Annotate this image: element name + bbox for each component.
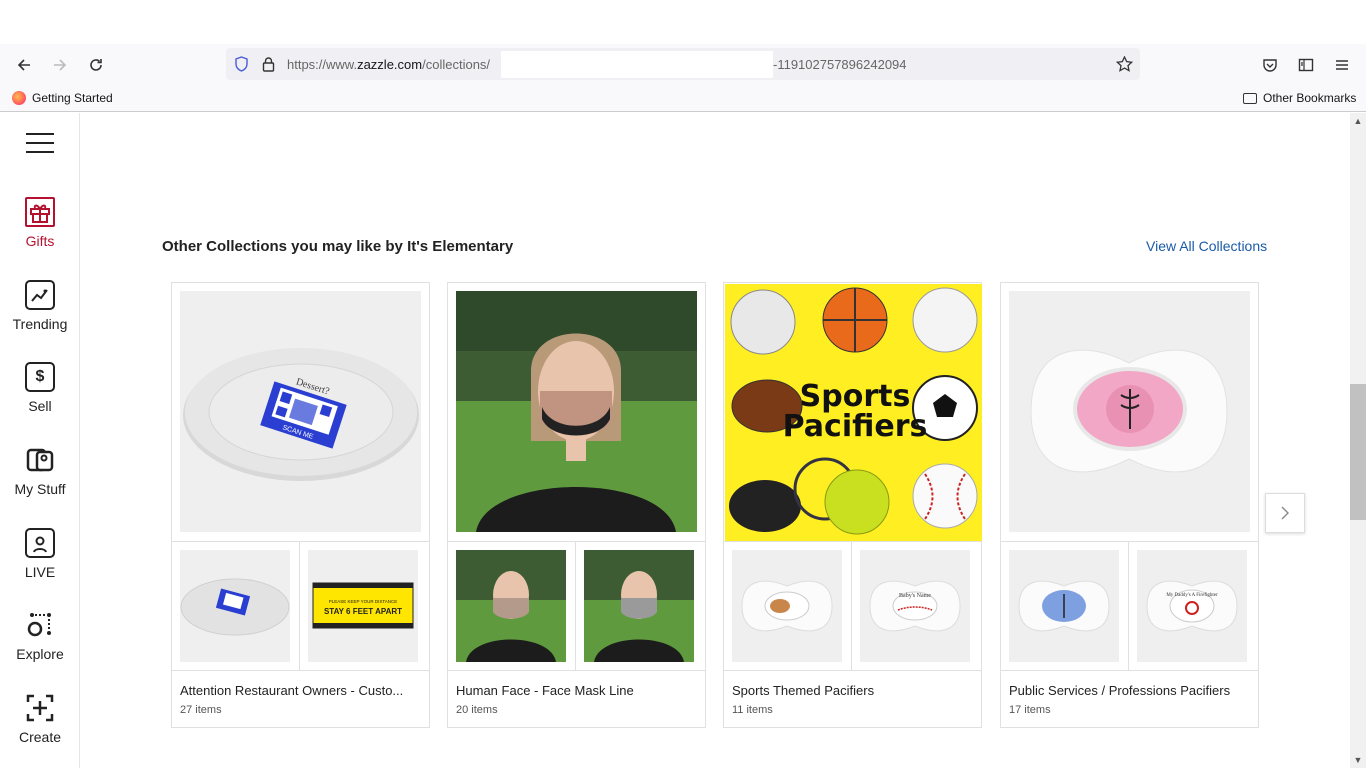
url-redacted-region xyxy=(501,51,773,78)
sidebar-item-my-stuff[interactable]: My Stuff xyxy=(0,445,80,497)
face-mask-thumbnail xyxy=(584,550,694,662)
bookmark-getting-started[interactable]: Getting Started xyxy=(12,91,113,105)
face-mask-thumbnail xyxy=(456,550,566,662)
firefox-logo-icon xyxy=(12,91,26,105)
pacifier-thumbnail xyxy=(1009,550,1119,662)
my-stuff-icon xyxy=(25,445,55,475)
url-tail: -119102757896242094 xyxy=(773,57,907,72)
sidebar-item-gifts[interactable]: Gifts xyxy=(0,197,80,249)
view-all-collections-link[interactable]: View All Collections xyxy=(1146,238,1267,254)
collection-title[interactable]: Sports Themed Pacifiers xyxy=(732,683,973,698)
pacifier-thumbnail xyxy=(732,550,842,662)
face-mask-product-image xyxy=(456,291,697,532)
explore-icon xyxy=(25,610,55,640)
sports-pacifiers-image: Sports Pacifiers xyxy=(725,284,982,541)
lock-icon[interactable] xyxy=(262,56,275,72)
svg-text:STAY 6 FEET APART: STAY 6 FEET APART xyxy=(324,607,402,616)
pacifier-thumbnail: My Daddy's A Firefighter xyxy=(1137,550,1247,662)
address-bar[interactable]: https://www.zazzle.com/collections/ -119… xyxy=(226,48,1140,80)
sidebar-item-live[interactable]: LIVE xyxy=(0,528,80,580)
forward-arrow-icon[interactable] xyxy=(48,53,72,77)
collection-title[interactable]: Attention Restaurant Owners - Custo... xyxy=(180,683,421,698)
sidebar-toggle-icon[interactable] xyxy=(1294,53,1318,77)
url-text: https://www.zazzle.com/collections/ xyxy=(287,57,491,72)
collection-count: 20 items xyxy=(456,704,498,716)
browser-title-strip xyxy=(0,0,1366,44)
sidebar-item-sell[interactable]: $ Sell xyxy=(0,362,80,414)
collection-title[interactable]: Human Face - Face Mask Line xyxy=(456,683,697,698)
collection-title[interactable]: Public Services / Professions Pacifiers xyxy=(1009,683,1250,698)
gift-icon xyxy=(25,197,55,227)
svg-text:My Daddy's A Firefighter: My Daddy's A Firefighter xyxy=(1166,593,1218,598)
folder-icon xyxy=(1243,92,1257,104)
distance-sign-thumbnail: PLEASE KEEP YOUR DISTANCE STAY 6 FEET AP… xyxy=(308,550,418,662)
scrollbar-thumb[interactable] xyxy=(1350,384,1366,520)
shield-icon[interactable] xyxy=(234,56,249,72)
section-title: Other Collections you may like by It's E… xyxy=(162,238,514,255)
svg-text:PLEASE KEEP YOUR DISTANCE: PLEASE KEEP YOUR DISTANCE xyxy=(329,599,398,604)
medical-pacifier-image xyxy=(1009,291,1250,532)
plate-product-image: SCAN ME Dessert? xyxy=(180,291,421,532)
dollar-icon: $ xyxy=(25,362,55,392)
pacifier-thumbnail: Baby's Name xyxy=(860,550,970,662)
sidebar-item-trending[interactable]: Trending xyxy=(0,280,80,332)
collection-count: 17 items xyxy=(1009,704,1051,716)
collection-card[interactable]: My Daddy's A Firefighter Public Services… xyxy=(1000,282,1259,728)
bookmarks-bar: Getting Started Other Bookmarks xyxy=(0,86,1366,112)
trending-icon xyxy=(25,280,55,310)
collection-count: 27 items xyxy=(180,704,222,716)
pocket-icon[interactable] xyxy=(1258,53,1282,77)
plate-thumbnail xyxy=(180,550,290,662)
scroll-up-arrow-icon[interactable]: ▲ xyxy=(1350,113,1366,129)
bookmark-other[interactable]: Other Bookmarks xyxy=(1243,91,1356,105)
svg-text:Baby's Name: Baby's Name xyxy=(899,593,931,599)
collection-card[interactable]: Human Face - Face Mask Line 20 items xyxy=(447,282,706,728)
hamburger-menu-icon[interactable] xyxy=(26,133,54,153)
sidebar: Gifts Trending $ Sell My Stuff LIVE Expl… xyxy=(0,113,80,768)
reload-icon[interactable] xyxy=(84,53,108,77)
create-icon xyxy=(25,693,55,723)
back-arrow-icon[interactable] xyxy=(12,53,36,77)
collection-card[interactable]: SCAN ME Dessert? PLEASE KEEP YOUR DISTAN… xyxy=(171,282,430,728)
scroll-down-arrow-icon[interactable]: ▼ xyxy=(1350,752,1366,768)
svg-text:Pacifiers: Pacifiers xyxy=(783,409,928,444)
sidebar-item-create[interactable]: Create xyxy=(0,693,80,745)
collection-count: 11 items xyxy=(732,704,773,716)
menu-icon[interactable] xyxy=(1330,53,1354,77)
sidebar-item-explore[interactable]: Explore xyxy=(0,610,80,662)
bookmark-star-icon[interactable] xyxy=(1116,56,1133,72)
chevron-right-icon xyxy=(1281,506,1289,520)
live-icon xyxy=(25,528,55,558)
carousel-next-button[interactable] xyxy=(1265,493,1305,533)
collection-card[interactable]: Sports Pacifiers Baby's Name Sports Them… xyxy=(723,282,982,728)
